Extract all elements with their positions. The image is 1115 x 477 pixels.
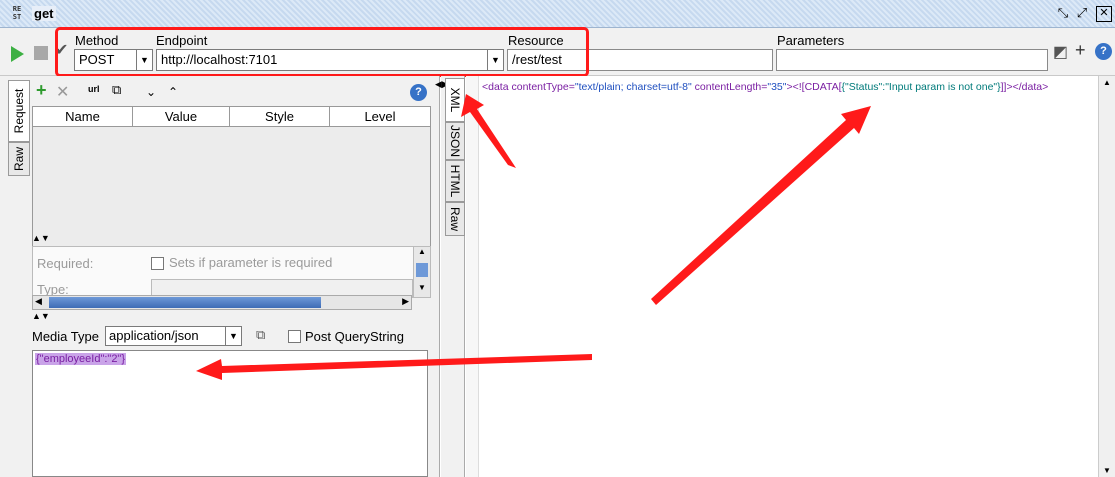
required-checkbox-label: Sets if parameter is required xyxy=(169,255,333,270)
horizontal-scrollbar[interactable]: ◀ ▶ xyxy=(32,295,412,310)
post-querystring-checkbox[interactable] xyxy=(288,330,301,343)
remove-param-icon[interactable]: ✕ xyxy=(56,82,69,102)
close-icon[interactable]: ✕ xyxy=(1096,6,1112,22)
scrollbar[interactable]: ▲ ▼ xyxy=(413,247,430,297)
request-body-editor[interactable]: {"employeeId":"2"} xyxy=(32,350,428,477)
response-scrollbar[interactable]: ▲ ▼ xyxy=(1098,76,1115,477)
request-panel: Request Raw + ✕ url ⧉ ⌄ ⌃ ? Name Value S… xyxy=(0,76,440,477)
tab-xml[interactable]: XML xyxy=(445,78,465,122)
tab-json[interactable]: JSON xyxy=(445,122,465,160)
media-type-label: Media Type xyxy=(32,329,99,344)
help-icon[interactable]: ? xyxy=(410,84,427,101)
params-table-header: Name Value Style Level xyxy=(33,107,430,127)
add-param-icon[interactable]: + xyxy=(36,80,47,101)
post-querystring-label: Post QueryString xyxy=(305,329,404,344)
stop-icon[interactable] xyxy=(34,46,48,60)
add-icon[interactable]: + xyxy=(1075,40,1086,61)
media-type-value: application/json xyxy=(109,328,199,343)
tab-raw[interactable]: Raw xyxy=(8,142,30,176)
column-style[interactable]: Style xyxy=(230,107,330,126)
required-label: Required: xyxy=(37,256,94,271)
response-xml[interactable]: <data contentType="text/plain; charset=u… xyxy=(482,81,1048,93)
tab-request[interactable]: Request xyxy=(8,80,30,142)
tab-raw-response[interactable]: Raw xyxy=(445,202,465,236)
media-type-select[interactable]: application/json ▼ xyxy=(105,326,242,346)
window-title: get xyxy=(32,6,56,21)
response-tabs: ◀▶ XML JSON HTML Raw xyxy=(435,76,465,477)
run-icon[interactable] xyxy=(11,46,24,62)
tab-html[interactable]: HTML xyxy=(445,160,465,202)
splitter-icon[interactable]: ▲▼ xyxy=(32,311,50,321)
params-table: Name Value Style Level xyxy=(32,106,431,262)
column-name[interactable]: Name xyxy=(33,107,133,126)
response-panel: <data contentType="text/plain; charset=u… xyxy=(466,76,1115,477)
params-toolbar: + ✕ url ⧉ ⌄ ⌃ ? xyxy=(32,80,432,106)
splitter-icon[interactable]: ▲▼ xyxy=(32,233,50,243)
edit-params-icon[interactable]: ◩ xyxy=(1053,42,1068,62)
required-checkbox[interactable] xyxy=(151,257,164,270)
column-value[interactable]: Value xyxy=(133,107,230,126)
request-body-text: {"employeeId":"2"} xyxy=(35,353,127,365)
chevron-down-icon: ▼ xyxy=(225,327,241,345)
revert-icon[interactable]: ⧉ xyxy=(112,82,121,98)
title-bar: RE ST get ⤡ ⤢ ✕ xyxy=(0,0,1115,28)
format-icon[interactable]: ⧉ xyxy=(256,327,265,343)
rest-icon: RE ST xyxy=(12,5,22,21)
media-type-row: Media Type application/json ▼ ⧉ Post Que… xyxy=(32,326,432,348)
minimize-icon[interactable]: ⤡ xyxy=(1055,6,1071,22)
column-level[interactable]: Level xyxy=(330,107,430,126)
line-gutter xyxy=(466,76,479,477)
parameters-label: Parameters xyxy=(777,33,845,48)
help-icon[interactable]: ? xyxy=(1095,43,1112,60)
maximize-icon[interactable]: ⤢ xyxy=(1074,6,1090,22)
move-up-icon[interactable]: ⌃ xyxy=(168,85,178,99)
parameters-input[interactable] xyxy=(776,49,1048,71)
url-icon[interactable]: url xyxy=(88,84,100,94)
annotation-highlight-box xyxy=(55,27,589,77)
move-down-icon[interactable]: ⌄ xyxy=(146,85,156,99)
param-details: Required: Sets if parameter is required … xyxy=(32,246,431,298)
